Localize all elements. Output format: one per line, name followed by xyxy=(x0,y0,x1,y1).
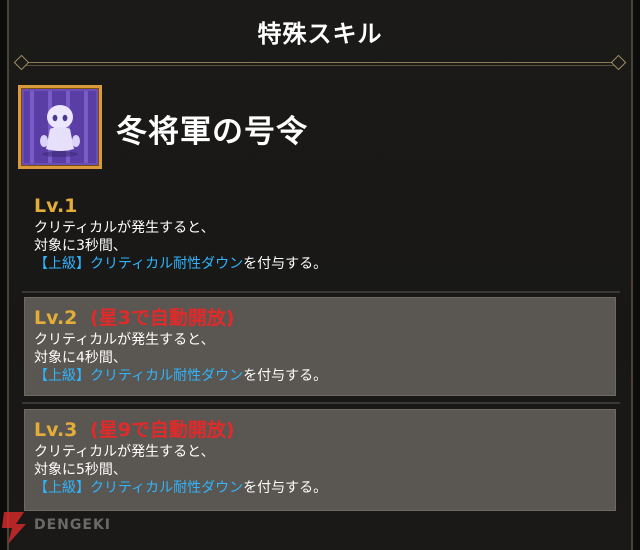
level-desc-line3: 【上級】クリティカル耐性ダウンを付与する。 xyxy=(34,367,327,385)
debuff-keyword: 【上級】クリティカル耐性ダウン xyxy=(34,256,244,272)
debuff-keyword: 【上級】クリティカル耐性ダウン xyxy=(34,368,244,384)
dengeki-watermark: DENGEKI xyxy=(0,510,130,550)
level-desc-line2: 対象に4秒間、 xyxy=(34,350,127,366)
panel-header: 特殊スキル xyxy=(9,0,631,62)
debuff-keyword: 【上級】クリティカル耐性ダウン xyxy=(34,480,244,496)
skill-icon xyxy=(18,85,102,169)
level-desc-line1: クリティカルが発生すると、 xyxy=(34,332,215,348)
level-desc-line1: クリティカルが発生すると、 xyxy=(34,444,215,460)
level-label: Lv.3 xyxy=(34,419,78,441)
skill-level-3: Lv.3 (星9で自動開放) クリティカルが発生すると、 対象に5秒間、 【上級… xyxy=(34,418,327,497)
snowman-ghost-icon xyxy=(24,91,96,163)
level-separator xyxy=(22,291,620,293)
level-desc-line2: 対象に3秒間、 xyxy=(34,238,127,254)
unlock-condition: (星9で自動開放) xyxy=(90,419,235,441)
level-desc-line3: 【上級】クリティカル耐性ダウンを付与する。 xyxy=(34,255,327,273)
level-desc-suffix: を付与する。 xyxy=(243,480,328,496)
skill-level-2: Lv.2 (星3で自動開放) クリティカルが発生すると、 対象に4秒間、 【上級… xyxy=(34,306,327,385)
level-desc-line2: 対象に5秒間、 xyxy=(34,462,127,478)
level-label: Lv.2 xyxy=(34,307,78,329)
level-desc-suffix: を付与する。 xyxy=(243,368,328,384)
page-title: 特殊スキル xyxy=(257,19,383,48)
header-divider xyxy=(13,54,627,71)
skill-level-1: Lv.1 クリティカルが発生すると、 対象に3秒間、 【上級】クリティカル耐性ダ… xyxy=(34,194,327,273)
unlock-condition: (星3で自動開放) xyxy=(90,307,235,329)
watermark-text: DENGEKI xyxy=(34,517,112,533)
level-desc-line1: クリティカルが発生すると、 xyxy=(34,220,215,236)
level-separator xyxy=(22,402,620,404)
level-label: Lv.1 xyxy=(34,195,78,217)
level-desc-line3: 【上級】クリティカル耐性ダウンを付与する。 xyxy=(34,479,327,497)
level-desc-suffix: を付与する。 xyxy=(243,256,328,272)
skill-name: 冬将軍の号令 xyxy=(116,114,308,150)
lightning-logo-icon xyxy=(2,512,26,544)
